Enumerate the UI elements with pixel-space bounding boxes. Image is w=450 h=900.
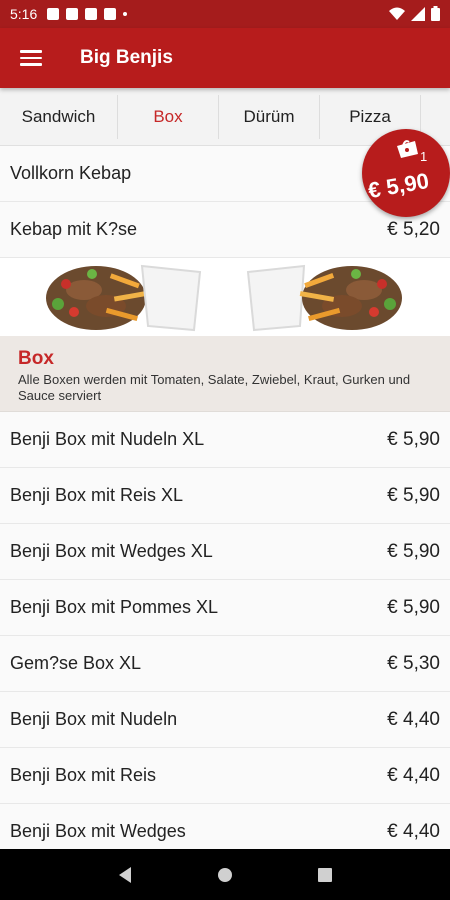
menu-item-name: Kebap mit K?se [10,219,138,239]
menu-item-name: Vollkorn Kebap [10,163,132,183]
menu-item-price: € 4,40 [387,820,440,842]
hamburger-menu-icon[interactable] [20,50,42,66]
menu-item-name: Benji Box mit Wedges [10,821,186,841]
app-title: Big Benjis [80,47,173,68]
menu-item-price: € 5,90 [387,596,440,618]
kebab-box-image [246,264,402,332]
shopping-bag-icon [397,140,418,158]
back-icon[interactable] [117,866,133,884]
tab-box[interactable]: Box [118,94,219,139]
menu-item-row[interactable]: Benji Box mit Reis XL € 5,90 [0,468,450,524]
menu-item-name: Gem?se Box XL [10,653,142,673]
menu-item-price: € 4,40 [387,708,440,730]
cart-total: € 5,90 [366,167,431,204]
menu-item-name: Benji Box mit Reis [10,765,157,785]
menu-item-name: Benji Box mit Nudeln [10,709,178,729]
menu-item-price: € 5,20 [387,218,440,240]
cart-item-count: 1 [420,149,428,164]
menu-item-name: Benji Box mit Nudeln XL [10,429,205,449]
menu-item-row[interactable]: Benji Box mit Nudeln € 4,40 [0,692,450,748]
notification-icons [47,8,128,20]
status-time: 5:16 [10,6,38,22]
notification-icon [104,8,117,20]
status-bar: 5:16 [0,0,450,28]
menu-list[interactable]: Vollkorn Kebap Kebap mit K?se € 5,20 Box… [0,146,450,860]
battery-icon [431,6,440,21]
tab-durum[interactable]: Dürüm [219,94,320,139]
menu-item-name: Benji Box mit Wedges XL [10,541,213,561]
section-description: Alle Boxen werden mit Tomaten, Salate, Z… [18,372,411,403]
notification-icon [85,8,98,20]
menu-item-name: Benji Box mit Pommes XL [10,597,219,617]
recent-apps-icon[interactable] [317,867,333,883]
menu-item-row[interactable]: Benji Box mit Nudeln XL € 5,90 [0,412,450,468]
notification-icon [47,8,60,20]
menu-item-price: € 5,90 [387,484,440,506]
menu-item-name: Benji Box mit Reis XL [10,485,184,505]
notification-icon [66,8,79,20]
menu-item-price: € 4,40 [387,764,440,786]
section-title: Box [18,348,54,369]
menu-item-price: € 5,30 [387,652,440,674]
tab-sandwich[interactable]: Sandwich [0,94,118,139]
app-bar: Big Benjis [0,28,450,88]
menu-item-row[interactable]: Gem?se Box XL € 5,30 [0,636,450,692]
menu-item-price: € 5,90 [387,540,440,562]
home-icon[interactable] [217,867,233,883]
kebab-box-image [46,264,202,332]
wifi-icon [389,7,405,20]
menu-item-row[interactable]: Benji Box mit Wedges XL € 5,90 [0,524,450,580]
cart-button[interactable]: 1 € 5,90 [362,129,450,217]
box-category-banner [0,258,450,336]
menu-item-row[interactable]: Benji Box mit Pommes XL € 5,90 [0,580,450,636]
section-header: Box Alle Boxen werden mit Tomaten, Salat… [0,336,450,412]
signal-icon [411,6,425,21]
more-notifications-icon [123,12,128,16]
system-navigation-bar [0,849,450,900]
menu-item-price: € 5,90 [387,428,440,450]
system-icons [389,6,440,21]
menu-item-row[interactable]: Benji Box mit Reis € 4,40 [0,748,450,804]
